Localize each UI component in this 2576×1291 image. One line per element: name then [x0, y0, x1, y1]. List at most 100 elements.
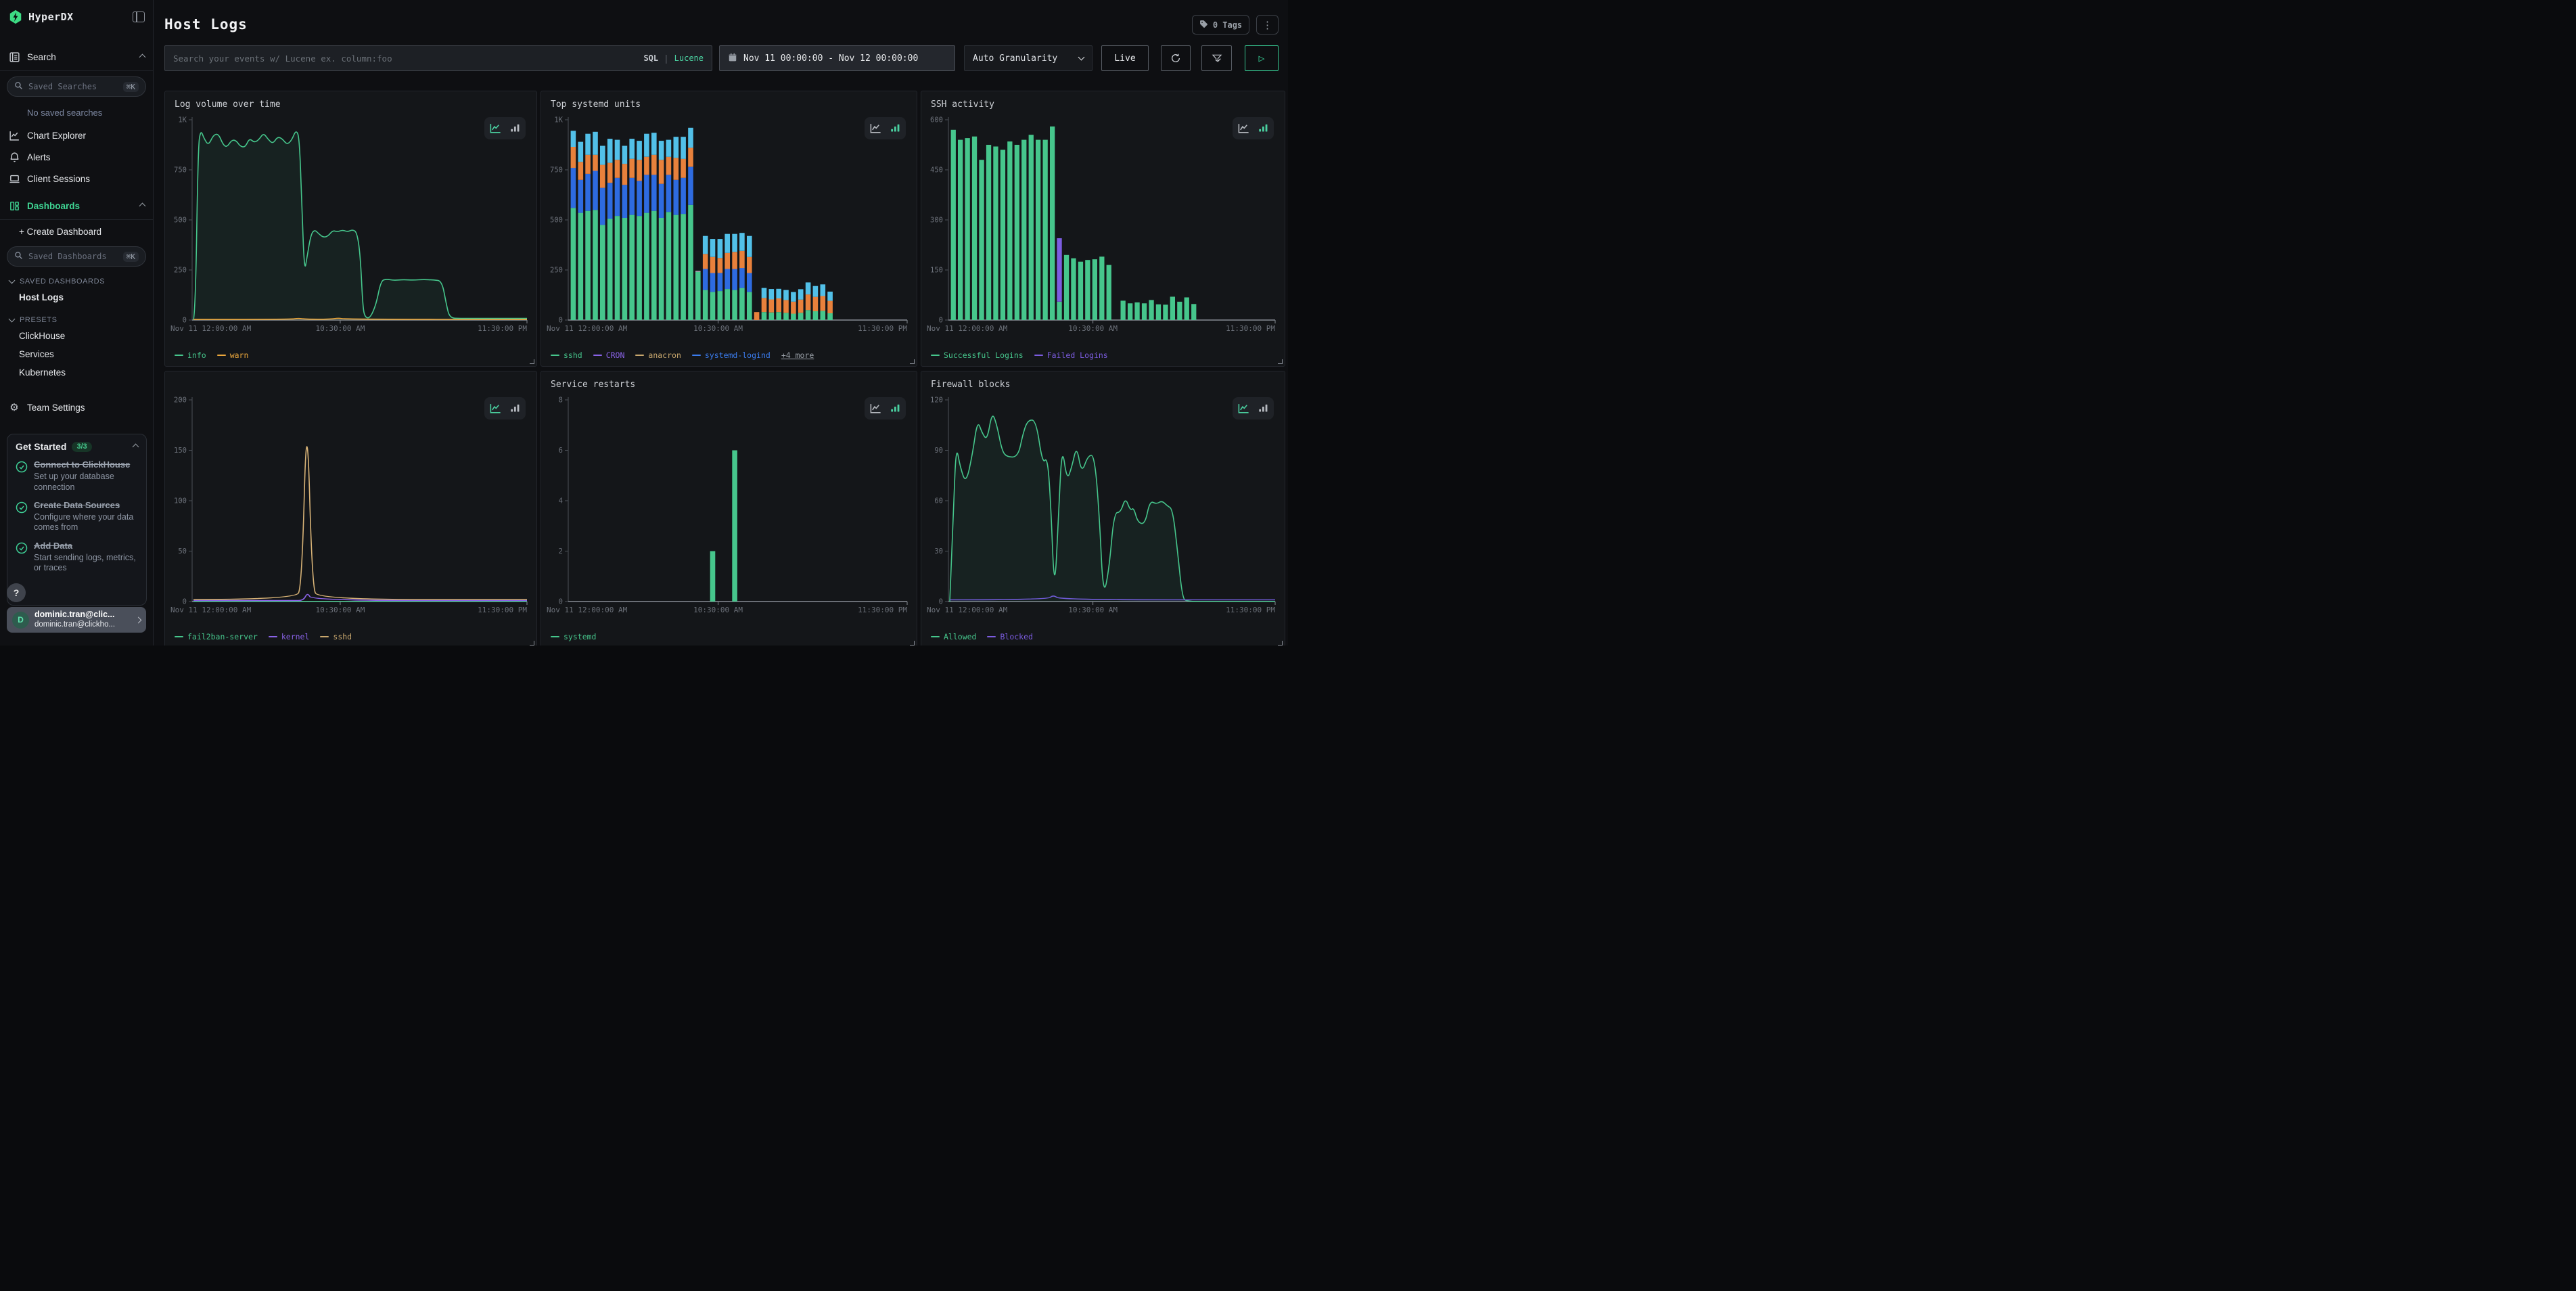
avatar: D — [12, 612, 29, 629]
resize-handle[interactable] — [910, 359, 915, 364]
check-circle-icon — [16, 501, 28, 533]
tags-button[interactable]: 0 Tags — [1192, 15, 1249, 35]
line-chart-toggle[interactable] — [488, 122, 502, 135]
legend-label: anacron — [648, 350, 681, 360]
legend-item[interactable]: systemd — [551, 632, 596, 641]
bar-chart-toggle[interactable] — [508, 402, 522, 415]
sidebar-item-host-logs[interactable]: Host Logs — [0, 288, 153, 307]
resize-handle[interactable] — [1278, 359, 1283, 364]
get-started-card: Get Started 3/3 Connect to ClickHouse Se… — [7, 434, 147, 606]
saved-dashboards-section-header[interactable]: SAVED DASHBOARDS — [0, 272, 153, 288]
get-started-title: Get Started — [16, 441, 66, 452]
legend-label: systemd — [564, 632, 596, 641]
resize-handle[interactable] — [910, 641, 915, 646]
legend-item[interactable]: anacron — [635, 350, 681, 360]
legend-item[interactable]: fail2ban-server — [175, 632, 258, 641]
chart-canvas[interactable]: 02505007501KNov 11 12:00:00 AM10:30:00 A… — [168, 110, 534, 335]
legend-item[interactable]: Failed Logins — [1034, 350, 1108, 360]
svg-text:8: 8 — [559, 397, 563, 405]
svg-text:600: 600 — [930, 116, 943, 124]
svg-text:10:30:00 AM: 10:30:00 AM — [315, 606, 365, 614]
sidebar-item-alerts[interactable]: Alerts — [0, 146, 153, 168]
svg-text:11:30:00 PM: 11:30:00 PM — [1226, 606, 1275, 614]
sidebar-item-services[interactable]: Services — [0, 345, 153, 363]
panel-service-restarts: Service restarts 02468Nov 11 12:00:00 AM… — [540, 371, 917, 646]
legend-item[interactable]: Allowed — [931, 632, 976, 641]
refresh-button[interactable] — [1161, 45, 1191, 71]
chart-canvas[interactable]: 0150300450600Nov 11 12:00:00 AM10:30:00 … — [924, 110, 1282, 335]
granularity-select[interactable]: Auto Granularity — [964, 45, 1092, 71]
chart-legend: fail2ban-server kernel sshd — [175, 632, 352, 641]
chart-title: Service restarts — [551, 380, 635, 390]
legend-item[interactable]: CRON — [593, 350, 625, 360]
legend-item[interactable]: systemd-logind — [692, 350, 770, 360]
resize-handle[interactable] — [1278, 641, 1283, 646]
line-chart-toggle[interactable] — [1237, 122, 1250, 135]
svg-text:0: 0 — [939, 317, 943, 325]
bar-chart-toggle[interactable] — [888, 402, 902, 415]
chart-type-toggle — [484, 117, 526, 139]
help-button[interactable]: ? — [7, 583, 26, 602]
sidebar-item-team-settings[interactable]: ⚙ Team Settings — [0, 397, 153, 418]
line-chart-toggle[interactable] — [1237, 402, 1250, 415]
more-menu-button[interactable]: ⋮ — [1256, 15, 1279, 35]
bar-chart-toggle[interactable] — [508, 122, 522, 135]
sql-mode-button[interactable]: SQL — [643, 53, 658, 63]
run-query-button[interactable]: ▷ — [1245, 45, 1279, 71]
legend-item[interactable]: Successful Logins — [931, 350, 1024, 360]
line-chart-toggle[interactable] — [869, 122, 882, 135]
legend-item[interactable]: warn — [217, 350, 249, 360]
line-chart-toggle[interactable] — [869, 402, 882, 415]
get-started-step-connect[interactable]: Connect to ClickHouse Set up your databa… — [16, 459, 138, 493]
chart-title: Log volume over time — [175, 99, 281, 110]
svg-text:11:30:00 PM: 11:30:00 PM — [858, 324, 907, 333]
sidebar-item-kubernetes[interactable]: Kubernetes — [0, 363, 153, 382]
lucene-mode-button[interactable]: Lucene — [674, 53, 704, 63]
chart-canvas[interactable]: 050100150200Nov 11 12:00:00 AM10:30:00 A… — [168, 390, 534, 616]
brand-row[interactable]: HyperDX — [0, 0, 153, 31]
sidebar-item-dashboards[interactable]: Dashboards — [0, 195, 153, 217]
svg-text:6: 6 — [559, 447, 563, 455]
chart-canvas[interactable]: 0306090120Nov 11 12:00:00 AM10:30:00 AM1… — [924, 390, 1282, 616]
svg-text:11:30:00 PM: 11:30:00 PM — [478, 324, 527, 333]
bar-chart-toggle[interactable] — [1256, 122, 1270, 135]
saved-dashboards-input[interactable]: Saved Dashboards ⌘K — [7, 246, 146, 267]
sidebar-item-chart-explorer[interactable]: Chart Explorer — [0, 124, 153, 146]
line-chart-toggle[interactable] — [488, 402, 502, 415]
legend-label: sshd — [564, 350, 582, 360]
bar-chart-toggle[interactable] — [888, 122, 902, 135]
legend-item[interactable]: info — [175, 350, 206, 360]
svg-text:10:30:00 AM: 10:30:00 AM — [1068, 606, 1118, 614]
legend-item[interactable]: sshd — [320, 632, 352, 641]
legend-item[interactable]: Blocked — [987, 632, 1032, 641]
legend-item[interactable]: sshd — [551, 350, 582, 360]
presets-section-header[interactable]: PRESETS — [0, 311, 153, 327]
step-desc: Set up your database connection — [34, 472, 138, 493]
legend-item[interactable]: +4 more — [781, 350, 814, 360]
get-started-step-sources[interactable]: Create Data Sources Configure where your… — [16, 500, 138, 533]
chevron-up-icon[interactable] — [133, 443, 139, 450]
sidebar-collapse-icon[interactable] — [133, 12, 145, 22]
live-button[interactable]: Live — [1101, 45, 1149, 71]
step-title: Create Data Sources — [34, 500, 120, 510]
resize-handle[interactable] — [530, 359, 534, 364]
filter-edit-button[interactable] — [1201, 45, 1232, 71]
profile-email: dominic.tran@clickho... — [34, 620, 131, 630]
sidebar-item-clickhouse[interactable]: ClickHouse — [0, 327, 153, 345]
bar-chart-toggle[interactable] — [1256, 402, 1270, 415]
get-started-step-add-data[interactable]: Add Data Start sending logs, metrics, or… — [16, 541, 138, 574]
legend-label: +4 more — [781, 350, 814, 360]
create-dashboard-button[interactable]: + Create Dashboard — [0, 223, 153, 241]
sidebar-item-search[interactable]: Search — [0, 46, 153, 68]
sidebar-item-client-sessions[interactable]: Client Sessions — [0, 168, 153, 189]
event-search-input[interactable] — [173, 53, 637, 64]
panel-systemd-units: Top systemd units 02505007501KNov 11 12:… — [540, 91, 917, 367]
user-profile-button[interactable]: D dominic.tran@clic... dominic.tran@clic… — [7, 607, 146, 633]
legend-item[interactable]: kernel — [269, 632, 310, 641]
chart-canvas[interactable]: 02505007501KNov 11 12:00:00 AM10:30:00 A… — [544, 110, 914, 335]
date-range-picker[interactable]: Nov 11 00:00:00 - Nov 12 00:00:00 — [719, 45, 955, 71]
chart-canvas[interactable]: 02468Nov 11 12:00:00 AM10:30:00 AM11:30:… — [544, 390, 914, 616]
chart-legend: sshd CRON anacron systemd-logind +4 more — [551, 350, 814, 360]
saved-searches-input[interactable]: Saved Searches ⌘K — [7, 76, 146, 97]
resize-handle[interactable] — [530, 641, 534, 646]
